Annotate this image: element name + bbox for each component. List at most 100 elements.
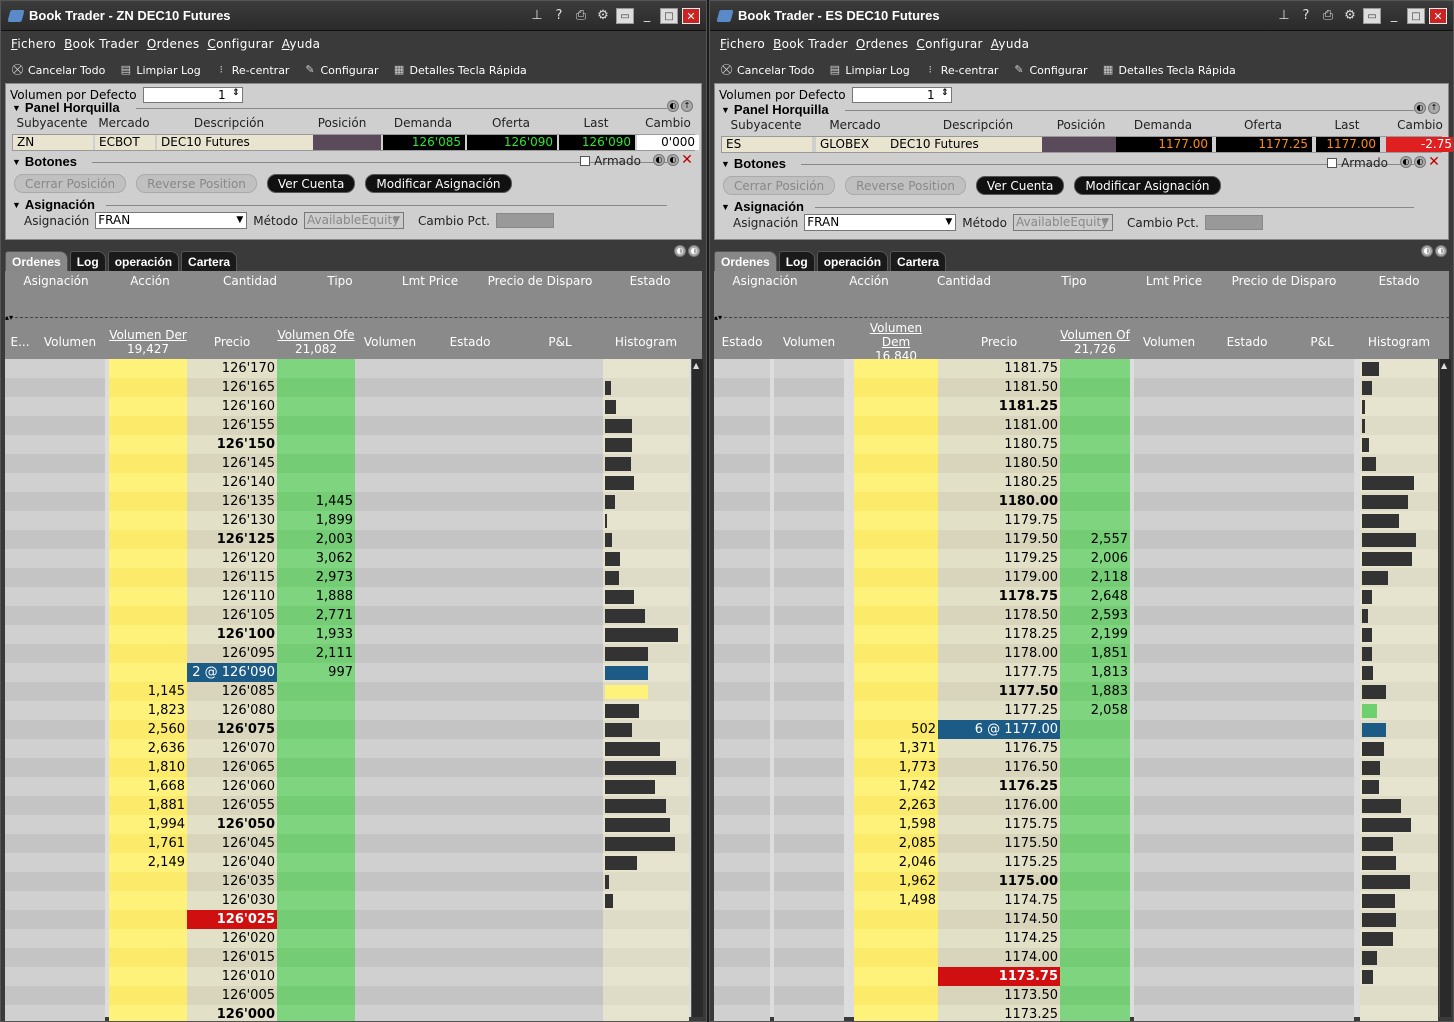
book-cell-price[interactable]: 1178.00 — [938, 644, 1060, 663]
metodo-select[interactable]: AvailableEquity ▼ — [304, 212, 404, 229]
default-volume-spinner[interactable]: 1 ⇕ — [851, 87, 952, 103]
float-icon[interactable]: ◐ — [1421, 245, 1433, 257]
book-col-vol2[interactable]: Volumen — [1134, 325, 1204, 359]
book-cell-price[interactable]: 126'140 — [187, 473, 277, 492]
scrollbar[interactable]: ▲ — [691, 359, 703, 1017]
book-row[interactable]: 2,636 126'070 — [5, 739, 691, 758]
info-icon[interactable]: ◐ — [1435, 245, 1447, 257]
book-cell-price[interactable]: 126'035 — [187, 872, 277, 891]
book-cell-price[interactable]: 1176.00 — [938, 796, 1060, 815]
collapse-triangle-icon[interactable]: ▼ — [12, 103, 21, 113]
book-cell-price[interactable]: 1177.50 — [938, 682, 1060, 701]
book-cell-price[interactable]: 2 @ 126'090 — [187, 663, 277, 682]
restore-icon[interactable]: ▭ — [616, 7, 634, 24]
book-row[interactable]: 126'145 — [5, 454, 691, 473]
book-row[interactable]: 126'120 3,062 — [5, 549, 691, 568]
book-cell-price[interactable]: 1175.75 — [938, 815, 1060, 834]
book-cell-price[interactable]: 1181.25 — [938, 397, 1060, 416]
asignacion-select[interactable]: FRAN ▼ — [95, 212, 248, 229]
float-icon[interactable]: ◐ — [667, 100, 679, 112]
book-cell-price[interactable]: 6 @ 1177.00 — [938, 720, 1060, 739]
book-row[interactable]: 126'140 — [5, 473, 691, 492]
book-cell-price[interactable]: 126'095 — [187, 644, 277, 663]
float-icon[interactable]: ◐ — [653, 154, 665, 166]
book-col-estado2[interactable]: Estado — [425, 325, 515, 359]
armado-checkbox[interactable]: Armado — [580, 154, 641, 168]
book-row[interactable]: 1,962 1175.00 — [714, 872, 1438, 891]
book-col-askvol[interactable]: Volumen Ofe 21,082 — [277, 325, 355, 359]
settings-icon[interactable]: ⚙ — [1341, 8, 1359, 24]
book-row[interactable]: 126'155 — [5, 416, 691, 435]
book-cell-price[interactable]: 126'005 — [187, 986, 277, 1005]
book-row[interactable]: 126'110 1,888 — [5, 587, 691, 606]
book-row[interactable]: 126'035 — [5, 872, 691, 891]
book-cell-price[interactable]: 126'155 — [187, 416, 277, 435]
menu-item-4[interactable]: Ayuda — [282, 37, 321, 51]
book-cell-price[interactable]: 1174.25 — [938, 929, 1060, 948]
book-row[interactable]: 1174.00 — [714, 948, 1438, 967]
book-row[interactable]: 1,994 126'050 — [5, 815, 691, 834]
book-row[interactable]: 126'025 — [5, 910, 691, 929]
book-cell-price[interactable]: 126'075 — [187, 720, 277, 739]
ver-cuenta-button[interactable]: Ver Cuenta — [975, 176, 1065, 195]
book-row[interactable]: 1177.50 1,883 — [714, 682, 1438, 701]
book-row[interactable]: 126'000 — [5, 1005, 691, 1021]
book-row[interactable]: 1,371 1176.75 — [714, 739, 1438, 758]
book-col-hist[interactable]: Histogram — [1360, 325, 1438, 359]
info-icon[interactable]: ◐ — [667, 154, 679, 166]
book-cell-price[interactable]: 1176.50 — [938, 758, 1060, 777]
book-cell-price[interactable]: 1179.50 — [938, 530, 1060, 549]
book-cell-price[interactable]: 1177.75 — [938, 663, 1060, 682]
book-row[interactable]: 1174.25 — [714, 929, 1438, 948]
book-cell-price[interactable]: 126'040 — [187, 853, 277, 872]
tab-0[interactable]: Ordenes — [5, 251, 68, 271]
book-col-estado[interactable]: E... — [5, 325, 35, 359]
collapse-triangle-icon[interactable]: ▼ — [721, 202, 730, 212]
tab-0[interactable]: Ordenes — [714, 251, 777, 271]
dropdown-arrow-icon[interactable]: ▼ — [393, 215, 400, 225]
book-col-askvol[interactable]: Volumen Of 21,726 — [1060, 325, 1130, 359]
book-row[interactable]: 126'135 1,445 — [5, 492, 691, 511]
menu-item-2[interactable]: Ordenes — [147, 37, 200, 51]
ver-cuenta-button[interactable]: Ver Cuenta — [266, 174, 356, 193]
book-cell-price[interactable]: 1174.50 — [938, 910, 1060, 929]
remove-icon[interactable]: ✕ — [681, 153, 693, 167]
book-row[interactable]: 126'020 — [5, 929, 691, 948]
armado-checkbox[interactable]: Armado — [1327, 156, 1388, 170]
botones-header[interactable]: ▼ Botones — [721, 156, 786, 171]
scrollbar[interactable]: ▲ — [1439, 359, 1451, 1017]
dropdown-arrow-icon[interactable]: ▼ — [945, 217, 952, 227]
book-row[interactable]: 1174.50 — [714, 910, 1438, 929]
maximize-icon[interactable]: □ — [1407, 7, 1425, 24]
collapse-triangle-icon[interactable]: ▼ — [721, 159, 730, 169]
book-cell-price[interactable]: 1178.75 — [938, 587, 1060, 606]
book-cell-price[interactable]: 126'130 — [187, 511, 277, 530]
book-col-bidvol[interactable]: Volumen Der 19,427 — [109, 325, 187, 359]
book-cell-price[interactable]: 1181.00 — [938, 416, 1060, 435]
book-row[interactable]: 2 @ 126'090 997 — [5, 663, 691, 682]
book-row[interactable]: 2,149 126'040 — [5, 853, 691, 872]
toolbar-item-4[interactable]: ▦ Detalles Tecla Rápida — [1102, 64, 1236, 77]
checkbox-box[interactable] — [1327, 158, 1338, 168]
float-icon[interactable]: ◐ — [674, 245, 686, 257]
book-row[interactable]: 126'115 2,973 — [5, 568, 691, 587]
splitter-arrows-icon[interactable]: ▴▾ — [5, 313, 13, 322]
quote-row[interactable]: ES GLOBEX DEC10 Futures 1177.00 1177.25 1177.… — [721, 136, 1453, 153]
close-icon[interactable]: ✕ — [1429, 7, 1447, 24]
book-cell-price[interactable]: 126'020 — [187, 929, 277, 948]
tab-3[interactable]: Cartera — [181, 251, 238, 271]
book-cell-price[interactable]: 126'045 — [187, 834, 277, 853]
book-cell-price[interactable]: 126'145 — [187, 454, 277, 473]
book-row[interactable]: 126'005 — [5, 986, 691, 1005]
book-col-bidvol[interactable]: Volumen Dem 16,840 — [854, 321, 938, 363]
collapse-triangle-icon[interactable]: ▼ — [12, 200, 21, 210]
book-cell-price[interactable]: 1176.25 — [938, 777, 1060, 796]
spinner-arrows-icon[interactable]: ⇕ — [941, 88, 949, 98]
book-row[interactable]: 1,881 126'055 — [5, 796, 691, 815]
book-cell-price[interactable]: 126'065 — [187, 758, 277, 777]
book-cell-price[interactable]: 126'015 — [187, 948, 277, 967]
book-row[interactable]: 1173.25 — [714, 1005, 1438, 1021]
book-cell-price[interactable]: 1179.25 — [938, 549, 1060, 568]
book-cell-price[interactable]: 126'010 — [187, 967, 277, 986]
toolbar-item-4[interactable]: ▦ Detalles Tecla Rápida — [393, 64, 527, 77]
